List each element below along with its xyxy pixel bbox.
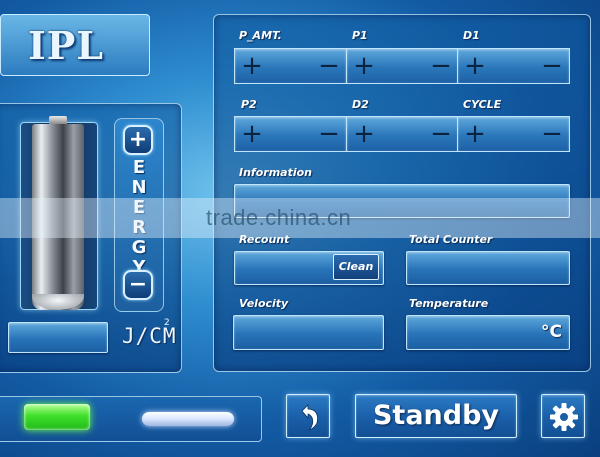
p-amt-minus-button[interactable]: − — [312, 49, 346, 83]
temperature-label: Temperature — [409, 297, 489, 310]
gear-icon — [550, 403, 578, 431]
d1-stepper: + − — [457, 48, 570, 84]
energy-unit-superscript: 2 — [164, 318, 170, 328]
back-arrow-icon — [301, 404, 318, 431]
energy-letter: G — [131, 237, 147, 258]
cycle-label: CYCLE — [463, 98, 502, 111]
p1-plus-button[interactable]: + — [347, 49, 381, 83]
velocity-label: Velocity — [239, 297, 289, 310]
energy-decrease-button[interactable]: − — [123, 270, 153, 300]
cycle-minus-button[interactable]: − — [535, 117, 569, 151]
back-button[interactable] — [286, 394, 330, 438]
d1-minus-button[interactable]: − — [535, 49, 569, 83]
d2-plus-button[interactable]: + — [347, 117, 381, 151]
battery-cap — [49, 116, 67, 124]
p1-stepper: + − — [346, 48, 459, 84]
information-label: Information — [239, 166, 312, 179]
p2-plus-button[interactable]: + — [235, 117, 269, 151]
energy-value-field[interactable] — [8, 322, 108, 353]
d2-label: D2 — [352, 98, 369, 111]
p2-label: P2 — [241, 98, 257, 111]
energy-letter: N — [131, 177, 147, 198]
velocity-field — [233, 315, 384, 350]
p2-minus-button[interactable]: − — [312, 117, 346, 151]
energy-letter: E — [132, 157, 146, 178]
cycle-plus-button[interactable]: + — [458, 117, 492, 151]
d2-stepper: + − — [346, 116, 459, 152]
p-amt-label: P_AMT. — [239, 29, 282, 42]
watermark-text: trade.china.cn — [206, 205, 352, 230]
p-amt-plus-button[interactable]: + — [235, 49, 269, 83]
cycle-stepper: + − — [457, 116, 570, 152]
standby-button[interactable]: Standby — [355, 394, 517, 438]
temperature-unit: °C — [541, 322, 562, 342]
ipl-logo: IPL — [0, 14, 150, 76]
p1-minus-button[interactable]: − — [424, 49, 458, 83]
d2-minus-button[interactable]: − — [424, 117, 458, 151]
total-counter-field — [406, 251, 570, 285]
d1-label: D1 — [463, 29, 480, 42]
p-amt-stepper: + − — [234, 48, 347, 84]
settings-button[interactable] — [541, 394, 585, 438]
status-indicator-lamp — [24, 404, 90, 430]
logo-text: IPL — [27, 22, 105, 68]
clean-button[interactable]: Clean — [333, 254, 379, 280]
p1-label: P1 — [352, 29, 368, 42]
lamp-tube-indicator — [142, 412, 234, 426]
energy-increase-button[interactable]: + — [123, 125, 153, 155]
p2-stepper: + − — [234, 116, 347, 152]
d1-plus-button[interactable]: + — [458, 49, 492, 83]
